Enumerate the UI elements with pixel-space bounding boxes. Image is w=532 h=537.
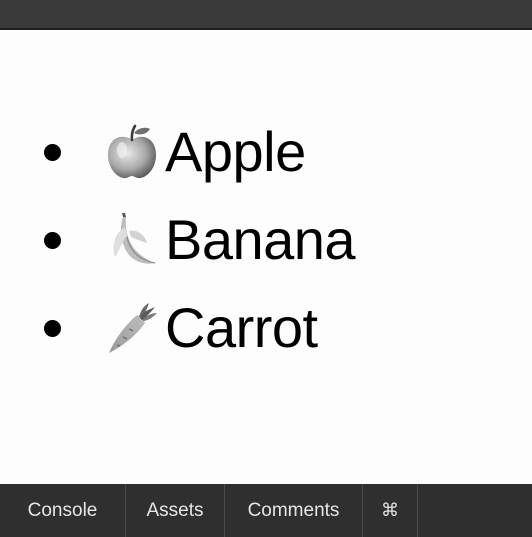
tab-console[interactable]: Console [0,484,126,537]
item-label-carrot: Carrot [165,296,318,359]
bottom-toolbar: Console Assets Comments ⌘ [0,484,532,537]
command-shortcut-button[interactable]: ⌘ [363,484,418,537]
bullet-icon [44,231,61,249]
tab-assets[interactable]: Assets [126,484,225,537]
tab-comments[interactable]: Comments [225,484,363,537]
list-item: Carrot [44,284,355,372]
list-item: Apple [44,108,355,196]
bullet-icon [44,319,61,337]
banana-icon [101,209,163,271]
item-label-banana: Banana [165,208,356,271]
apple-icon [101,121,163,183]
list-item: Banana [44,196,356,284]
top-bar [0,0,532,30]
carrot-icon [101,297,163,359]
app-frame: Apple Banana Carrot Console Assets Comme… [0,0,532,537]
bullet-icon [44,143,61,161]
preview-pane: Apple Banana Carrot [0,30,532,484]
item-label-apple: Apple [165,120,306,183]
fruit-list: Apple Banana Carrot [44,108,356,372]
